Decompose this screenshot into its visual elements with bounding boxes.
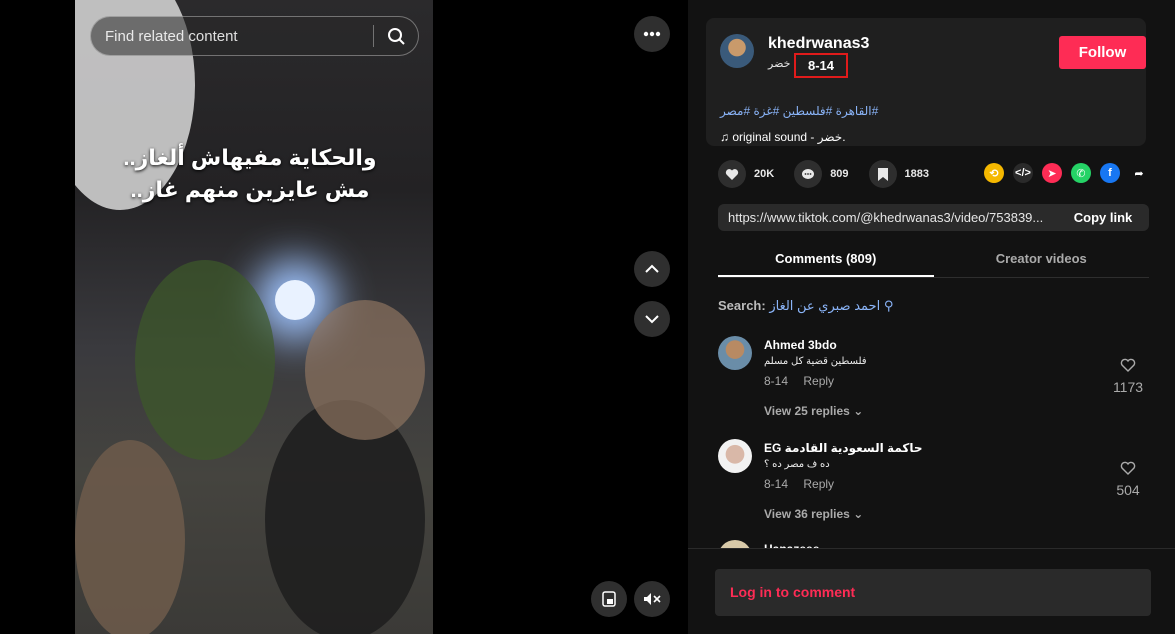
video-stage: Find related content والحكاية مفيهاش ألغ… bbox=[0, 0, 688, 634]
reply-button[interactable]: Reply bbox=[803, 374, 834, 388]
send-icon[interactable]: ➤ bbox=[1042, 163, 1062, 183]
view-replies-button[interactable]: View 25 replies ⌄ bbox=[764, 404, 863, 418]
person-foreground bbox=[75, 440, 185, 634]
save-stat[interactable]: 1883 bbox=[868, 160, 930, 188]
sound-row[interactable]: ♫ original sound - خضر. bbox=[720, 130, 846, 144]
street-light bbox=[275, 280, 315, 320]
view-replies-label[interactable]: View 25 replies bbox=[764, 404, 850, 418]
engagement-stats: 20K 809 1883 bbox=[718, 160, 949, 188]
caption-line-1: والحكاية مفيهاش ألغاز.. bbox=[123, 145, 377, 170]
hashtags[interactable]: #القاهرة #فلسطين #غزة #مصر bbox=[720, 104, 878, 118]
speaker-muted-icon bbox=[644, 593, 661, 605]
share-arrow-icon[interactable]: ➦ bbox=[1129, 163, 1149, 183]
commenter-avatar[interactable] bbox=[718, 439, 752, 473]
caption-line-2: مش عايزين منهم غاز.. bbox=[130, 177, 370, 202]
comment-item: حاكمة السعودية القادمة EG ده ف مصر ده ؟ … bbox=[718, 439, 1148, 534]
video-player[interactable] bbox=[75, 0, 433, 634]
copy-link-button[interactable]: Copy link bbox=[1057, 210, 1149, 225]
comment-date: 8-14 bbox=[764, 477, 789, 491]
view-replies-label[interactable]: View 36 replies bbox=[764, 507, 850, 521]
palm-plant bbox=[135, 260, 275, 460]
comment-count: 809 bbox=[830, 168, 849, 180]
chevron-down-icon: ⌄ bbox=[853, 404, 864, 418]
tab-comments[interactable]: Comments (809) bbox=[718, 244, 934, 277]
search-icon[interactable] bbox=[374, 27, 418, 45]
embed-icon[interactable]: </> bbox=[1013, 163, 1033, 183]
commenter-avatar[interactable] bbox=[718, 336, 752, 370]
comment-like[interactable]: 504 bbox=[1108, 461, 1148, 498]
comment-meta: 8-14 Reply bbox=[764, 374, 846, 388]
comment-date: 8-14 bbox=[764, 374, 789, 388]
heart-outline-icon bbox=[1120, 461, 1136, 475]
whatsapp-icon[interactable]: ✆ bbox=[1071, 163, 1091, 183]
author-card: khedrwanas3 خضر · 8-14 Follow #القاهرة #… bbox=[706, 18, 1146, 146]
comment-stat[interactable]: 809 bbox=[794, 160, 849, 188]
author-username[interactable]: khedrwanas3 bbox=[768, 35, 869, 53]
view-replies-button[interactable]: View 36 replies ⌄ bbox=[764, 507, 863, 521]
author-nickname: خضر · bbox=[768, 57, 797, 70]
comment-search-suggestion[interactable]: Search: احمد صبري عن الغاز ⚲ bbox=[718, 298, 893, 314]
comment-like-count: 1173 bbox=[1112, 379, 1144, 395]
chevron-down-icon: ⌄ bbox=[853, 507, 864, 521]
comment-footer: Log in to comment bbox=[688, 548, 1175, 634]
comment-item: Ahmed 3bdo فلسطين قضية كل مسلم 8-14 Repl… bbox=[718, 336, 1148, 431]
post-date-highlight: 8-14 bbox=[794, 53, 848, 78]
search-small-icon: ⚲ bbox=[883, 298, 894, 313]
previous-video-button[interactable] bbox=[634, 251, 670, 287]
commenter-name[interactable]: حاكمة السعودية القادمة EG bbox=[764, 441, 923, 455]
video-url: https://www.tiktok.com/@khedrwanas3/vide… bbox=[728, 210, 1044, 225]
chevron-up-icon bbox=[645, 264, 659, 273]
related-search-input[interactable]: Find related content bbox=[91, 28, 373, 45]
more-options-button[interactable] bbox=[634, 16, 670, 52]
video-link-row: https://www.tiktok.com/@khedrwanas3/vide… bbox=[718, 204, 1149, 231]
chevron-down-icon bbox=[645, 315, 659, 324]
floating-player-button[interactable] bbox=[591, 581, 627, 617]
comment-meta: 8-14 Reply bbox=[764, 477, 846, 491]
heart-outline-icon bbox=[1120, 358, 1136, 372]
comment-like[interactable]: 1173 bbox=[1108, 358, 1148, 395]
details-panel: khedrwanas3 خضر · 8-14 Follow #القاهرة #… bbox=[688, 0, 1175, 634]
heart-icon[interactable] bbox=[718, 160, 746, 188]
related-search-bar[interactable]: Find related content bbox=[90, 16, 419, 56]
search-query[interactable]: احمد صبري عن الغاز bbox=[769, 298, 880, 313]
reply-button[interactable]: Reply bbox=[803, 477, 834, 491]
repost-icon[interactable]: ⟲ bbox=[984, 163, 1004, 183]
comment-like-count: 504 bbox=[1116, 482, 1140, 498]
share-icons: ⟲ </> ➤ ✆ f ➦ bbox=[984, 163, 1158, 183]
panel-tabs: Comments (809) Creator videos bbox=[718, 244, 1149, 278]
search-prefix: Search: bbox=[718, 298, 766, 313]
facebook-icon[interactable]: f bbox=[1100, 163, 1120, 183]
mute-button[interactable] bbox=[634, 581, 670, 617]
commenter-name[interactable]: Ahmed 3bdo bbox=[764, 338, 837, 352]
bookmark-icon[interactable] bbox=[868, 160, 897, 188]
video-caption: والحكاية مفيهاش ألغاز.. مش عايزين منهم غ… bbox=[120, 142, 380, 206]
picture-in-picture-icon bbox=[602, 591, 616, 607]
next-video-button[interactable] bbox=[634, 301, 670, 337]
follow-button[interactable]: Follow bbox=[1059, 36, 1146, 69]
comment-text: فلسطين قضية كل مسلم bbox=[764, 356, 867, 367]
author-avatar[interactable] bbox=[720, 34, 754, 68]
login-to-comment-button[interactable]: Log in to comment bbox=[715, 569, 1151, 616]
like-count: 20K bbox=[754, 168, 775, 180]
like-stat[interactable]: 20K bbox=[718, 160, 774, 188]
comment-icon[interactable] bbox=[794, 160, 823, 188]
sound-title[interactable]: original sound - خضر. bbox=[732, 130, 845, 144]
comment-text: ده ف مصر ده ؟ bbox=[764, 459, 830, 470]
nickname-text: خضر bbox=[768, 58, 791, 70]
music-note-icon: ♫ bbox=[720, 130, 729, 144]
crowd bbox=[305, 300, 425, 440]
tab-creator-videos[interactable]: Creator videos bbox=[934, 244, 1150, 277]
ellipsis-icon bbox=[643, 31, 661, 37]
save-count: 1883 bbox=[904, 168, 930, 180]
